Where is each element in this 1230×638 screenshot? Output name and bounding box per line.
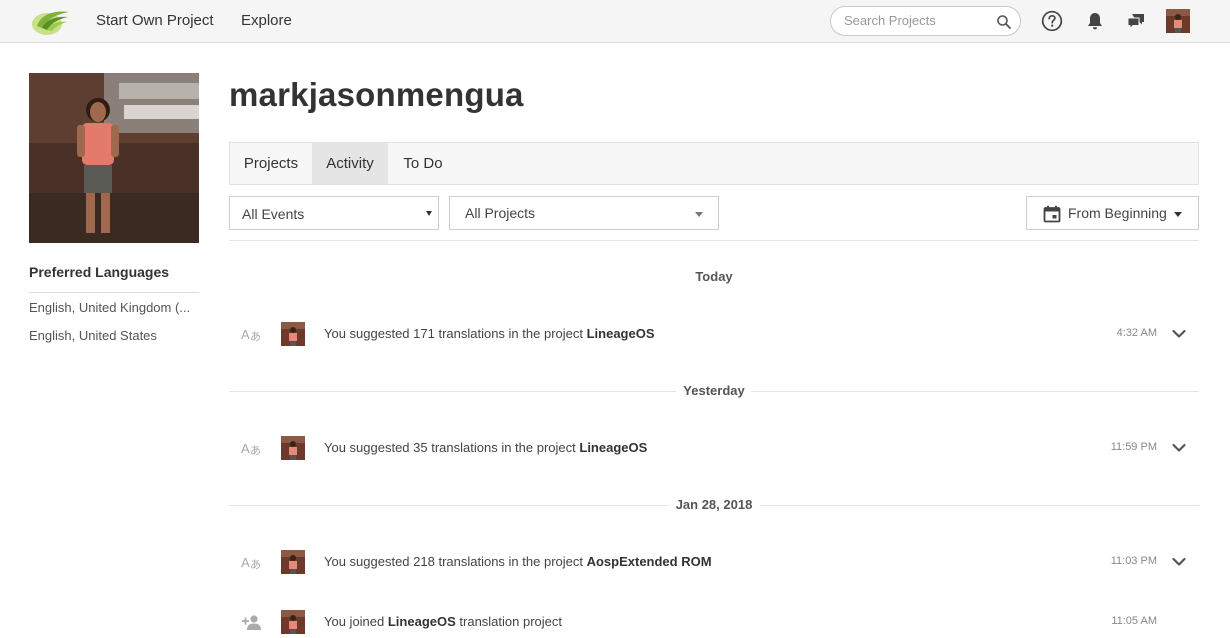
activity-time: 4:32 AM <box>1116 327 1157 339</box>
date-range-value: From Beginning <box>1068 205 1167 221</box>
activity-time: 11:05 AM <box>1111 615 1157 627</box>
tab-bar: Projects Activity To Do <box>229 142 1199 185</box>
activity-time: 11:03 PM <box>1110 555 1157 567</box>
page-title: markjasonmengua <box>229 76 524 113</box>
chevron-down-icon[interactable] <box>1171 326 1187 342</box>
date-separator: Jan 28, 2018 <box>229 497 1199 513</box>
nav-start-own-project[interactable]: Start Own Project <box>96 12 214 29</box>
svg-text:A: A <box>241 441 250 456</box>
date-label: Jan 28, 2018 <box>668 497 760 512</box>
activity-item: You joined LineageOS translation project… <box>229 608 1199 636</box>
avatar[interactable] <box>281 550 305 574</box>
tab-projects[interactable]: Projects <box>230 143 312 184</box>
activity-text: You suggested 218 translations in the pr… <box>324 554 712 569</box>
activity-time: 11:59 PM <box>1110 441 1157 453</box>
translate-icon: A あ <box>241 441 261 457</box>
date-separator: Today <box>229 269 1199 285</box>
bell-icon[interactable] <box>1084 10 1106 32</box>
caret-down-icon <box>1174 212 1182 217</box>
translate-icon: A あ <box>241 555 261 571</box>
avatar[interactable] <box>281 610 305 634</box>
projects-filter-select[interactable]: All Projects <box>449 196 719 230</box>
language-item: English, United Kingdom (... <box>29 300 191 315</box>
avatar[interactable] <box>281 322 305 346</box>
date-label: Yesterday <box>676 383 752 398</box>
translate-icon: A あ <box>241 327 261 343</box>
top-bar: Start Own Project Explore <box>0 0 1230 43</box>
activity-text: You suggested 35 translations in the pro… <box>324 440 648 455</box>
avatar[interactable] <box>281 436 305 460</box>
user-avatar[interactable] <box>1166 9 1190 33</box>
logo-icon[interactable] <box>31 6 71 36</box>
search-icon[interactable] <box>996 14 1012 30</box>
svg-text:あ: あ <box>250 558 261 571</box>
tab-todo[interactable]: To Do <box>388 143 458 184</box>
profile-photo <box>29 73 199 243</box>
activity-text: You joined LineageOS translation project <box>324 614 563 629</box>
divider <box>29 292 199 293</box>
search-input[interactable] <box>844 13 994 28</box>
svg-text:A: A <box>241 327 250 342</box>
nav-explore[interactable]: Explore <box>241 12 292 29</box>
chat-icon[interactable] <box>1125 10 1147 32</box>
activity-text: You suggested 171 translations in the pr… <box>324 326 655 341</box>
activity-item: A あ You suggested 35 translations in the… <box>229 434 1199 462</box>
chevron-down-icon[interactable] <box>1171 440 1187 456</box>
activity-item: A あ You suggested 171 translations in th… <box>229 320 1199 348</box>
svg-text:あ: あ <box>250 330 261 343</box>
project-link[interactable]: LineageOS <box>579 440 647 455</box>
events-filter-select[interactable]: All Events <box>229 196 439 230</box>
caret-down-icon <box>695 212 703 217</box>
svg-text:あ: あ <box>250 444 261 457</box>
tab-activity[interactable]: Activity <box>312 143 388 184</box>
divider <box>229 240 1199 241</box>
events-filter-value: All Events <box>242 206 305 222</box>
language-item: English, United States <box>29 328 157 343</box>
date-separator: Yesterday <box>229 383 1199 399</box>
preferred-languages-title: Preferred Languages <box>29 264 170 280</box>
chevron-down-icon[interactable] <box>1171 554 1187 570</box>
project-link[interactable]: LineageOS <box>388 614 456 629</box>
search-box <box>830 6 1021 36</box>
date-label: Today <box>688 269 740 284</box>
project-link[interactable]: LineageOS <box>587 326 655 341</box>
help-icon[interactable] <box>1041 10 1063 32</box>
projects-filter-value: All Projects <box>465 205 536 221</box>
add-person-icon <box>242 615 261 630</box>
caret-down-icon <box>426 211 432 216</box>
svg-text:A: A <box>241 555 250 570</box>
project-link[interactable]: AospExtended ROM <box>587 554 712 569</box>
activity-item: A あ You suggested 218 translations in th… <box>229 548 1199 576</box>
calendar-icon <box>1043 205 1061 223</box>
date-range-button[interactable]: From Beginning <box>1026 196 1199 230</box>
